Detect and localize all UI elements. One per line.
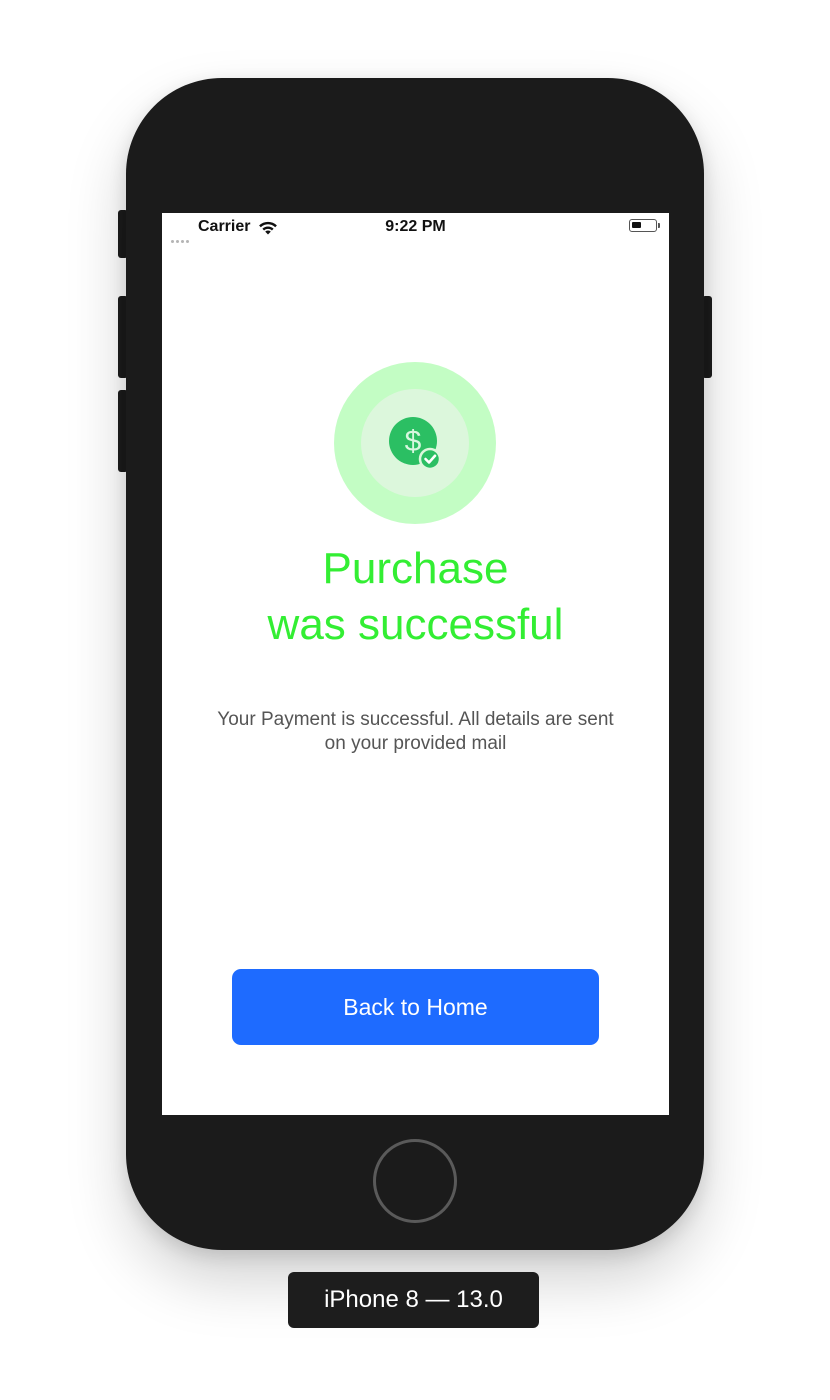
success-title-line-2: was successful — [267, 600, 564, 649]
success-badge: $ — [334, 362, 496, 524]
simulator-stage: Carrier 9:22 PM $ Purchase was successfu… — [0, 0, 830, 1400]
simulator-device-label: iPhone 8 — 13.0 — [288, 1272, 539, 1328]
success-message-line-2: on your provided mail — [324, 733, 507, 754]
success-badge-inner: $ — [361, 389, 469, 497]
app-screen: Carrier 9:22 PM $ Purchase was successfu… — [162, 213, 669, 1115]
success-title: Purchase was successful — [162, 541, 669, 653]
battery-icon — [629, 219, 660, 232]
back-to-home-button[interactable]: Back to Home — [232, 969, 599, 1045]
svg-text:$: $ — [405, 425, 422, 458]
dollar-check-icon: $ — [389, 417, 442, 471]
status-time: 9:22 PM — [385, 218, 446, 235]
success-message: Your Payment is successful. All details … — [192, 708, 639, 756]
status-bar: Carrier 9:22 PM — [162, 213, 669, 243]
success-message-line-1: Your Payment is successful. All details … — [217, 709, 614, 730]
home-button[interactable] — [373, 1139, 457, 1223]
success-title-line-1: Purchase — [322, 544, 509, 593]
